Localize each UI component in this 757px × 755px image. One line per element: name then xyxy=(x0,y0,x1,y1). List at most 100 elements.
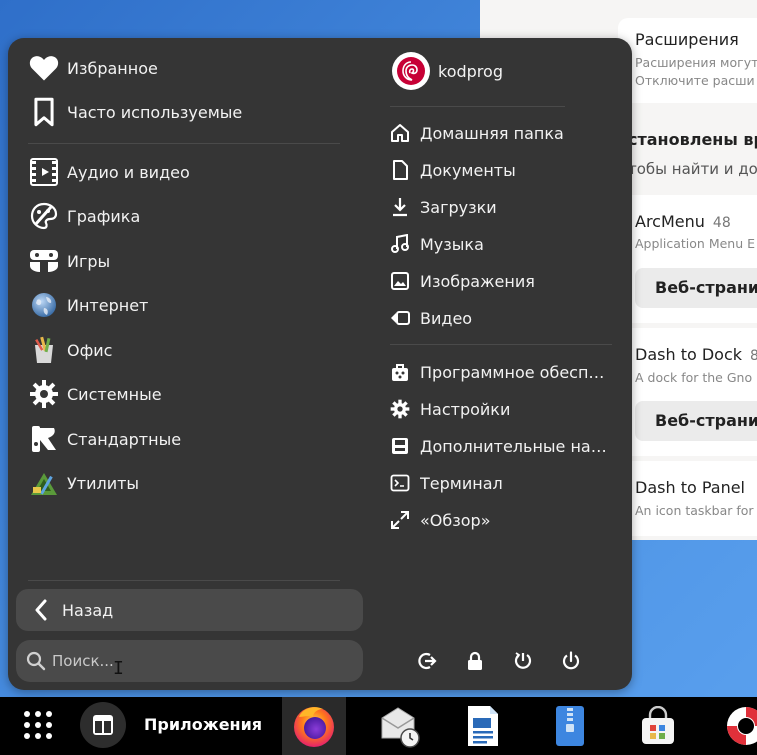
category-favorites[interactable]: Избранное xyxy=(28,50,158,86)
place-videos[interactable]: Видео xyxy=(388,303,612,333)
shortcut-software[interactable]: Программное обеспечение xyxy=(388,357,612,387)
overview-icon xyxy=(388,508,412,532)
extension-name: Dash to Dock 8 xyxy=(635,345,757,364)
home-icon xyxy=(388,121,412,145)
shortcut-label: Настройки xyxy=(420,399,511,419)
gamepad-icon xyxy=(28,245,60,277)
logout-icon xyxy=(417,651,437,671)
category-accessories[interactable]: Стандартные xyxy=(28,421,181,457)
shortcut-overview[interactable]: «Обзор» xyxy=(388,505,612,535)
extension-desc: A dock for the Gno xyxy=(635,370,753,385)
globe-icon xyxy=(28,289,60,321)
firefox-icon xyxy=(291,703,337,749)
image-icon xyxy=(388,269,412,293)
extensions-sub2: Отключите расши xyxy=(635,73,755,88)
shortcut-tweaks[interactable]: Дополнительные настройки xyxy=(388,431,612,461)
search-input[interactable] xyxy=(52,652,332,670)
category-label: Графика xyxy=(67,206,141,226)
text-cursor-icon: I xyxy=(113,658,124,679)
place-label: Домашняя папка xyxy=(420,123,564,143)
separator xyxy=(28,143,340,144)
shortcut-label: Дополнительные настройки xyxy=(420,436,612,456)
search-box[interactable] xyxy=(16,640,363,682)
category-utilities[interactable]: Утилиты xyxy=(28,465,139,501)
place-label: Музыка xyxy=(420,234,484,254)
evolution-taskbar-button[interactable] xyxy=(378,703,422,749)
gear-icon xyxy=(28,378,60,410)
place-documents[interactable]: Документы xyxy=(388,155,612,185)
restart-icon xyxy=(513,651,533,671)
category-internet[interactable]: Интернет xyxy=(28,287,148,323)
user-name: kodprog xyxy=(438,61,503,81)
category-label: Избранное xyxy=(67,58,158,78)
category-system[interactable]: Системные xyxy=(28,376,162,412)
restart-button[interactable] xyxy=(510,648,536,674)
category-graphics[interactable]: Графика xyxy=(28,198,140,234)
back-button[interactable]: Назад xyxy=(16,589,363,631)
extension-name: Dash to Panel xyxy=(635,478,745,497)
debian-logo-icon xyxy=(392,52,430,90)
place-home[interactable]: Домашняя папка xyxy=(388,118,612,148)
separator xyxy=(390,344,612,345)
place-label: Изображения xyxy=(420,271,535,291)
extension-website-button[interactable]: Веб-страни xyxy=(635,268,757,308)
app-grid-button[interactable] xyxy=(22,709,54,741)
text-document-icon xyxy=(462,704,502,748)
terminal-icon xyxy=(388,471,412,495)
category-frequent[interactable]: Часто используемые xyxy=(28,94,242,130)
power-icon xyxy=(561,651,581,671)
utilities-icon xyxy=(28,467,60,499)
download-icon xyxy=(388,195,412,219)
logout-button[interactable] xyxy=(414,648,440,674)
extension-desc: An icon taskbar for xyxy=(635,503,754,518)
power-button[interactable] xyxy=(558,648,584,674)
category-games[interactable]: Игры xyxy=(28,243,110,279)
writer-taskbar-button[interactable] xyxy=(460,703,504,749)
back-label: Назад xyxy=(62,600,114,620)
software-taskbar-button[interactable] xyxy=(636,703,680,749)
extension-card-dash-to-panel xyxy=(618,461,757,536)
category-label: Утилиты xyxy=(67,473,140,493)
arc-menu: Избранное Часто используемые Аудио и вид… xyxy=(8,38,632,690)
place-label: Загрузки xyxy=(420,197,497,217)
category-label: Игры xyxy=(67,251,111,271)
archive-icon xyxy=(552,704,588,748)
extensions-heading: Расширения xyxy=(635,30,739,49)
shortcut-label: Программное обеспечение xyxy=(420,362,612,382)
category-label: Офис xyxy=(67,340,113,360)
tweaks-icon xyxy=(388,434,412,458)
bookmark-icon xyxy=(28,96,60,128)
document-icon xyxy=(388,158,412,182)
place-downloads[interactable]: Загрузки xyxy=(388,192,612,222)
category-office[interactable]: Офис xyxy=(28,332,112,368)
extension-website-button[interactable]: Веб-страни xyxy=(635,401,757,441)
arcmenu-button[interactable] xyxy=(80,702,126,748)
shortcut-label: «Обзор» xyxy=(420,510,491,530)
place-music[interactable]: Музыка xyxy=(388,229,612,259)
shortcut-settings[interactable]: Настройки xyxy=(388,394,612,424)
place-pictures[interactable]: Изображения xyxy=(388,266,612,296)
shortcut-terminal[interactable]: Терминал xyxy=(388,468,612,498)
software-icon xyxy=(388,360,412,384)
shortcut-label: Терминал xyxy=(420,473,503,493)
help-taskbar-button[interactable] xyxy=(716,703,757,749)
category-audio-video[interactable]: Аудио и видео xyxy=(28,154,190,190)
place-label: Документы xyxy=(420,160,516,180)
lock-button[interactable] xyxy=(462,648,488,674)
extension-desc: Application Menu E xyxy=(635,236,756,251)
mail-clock-icon xyxy=(378,704,422,748)
installed-heading: становлены вру xyxy=(628,130,757,149)
lock-icon xyxy=(466,651,484,671)
category-label: Стандартные xyxy=(67,429,182,449)
music-icon xyxy=(388,232,412,256)
video-icon xyxy=(388,306,412,330)
firefox-taskbar-button[interactable] xyxy=(282,697,346,755)
applications-label[interactable]: Приложения xyxy=(144,715,262,734)
category-label: Аудио и видео xyxy=(67,162,190,182)
taskbar: Приложения xyxy=(0,697,757,755)
user-profile[interactable]: kodprog xyxy=(392,52,503,90)
category-label: Системные xyxy=(67,384,162,404)
archive-taskbar-button[interactable] xyxy=(548,703,592,749)
search-icon xyxy=(26,651,46,671)
extension-name: ArcMenu 48 xyxy=(635,212,731,231)
